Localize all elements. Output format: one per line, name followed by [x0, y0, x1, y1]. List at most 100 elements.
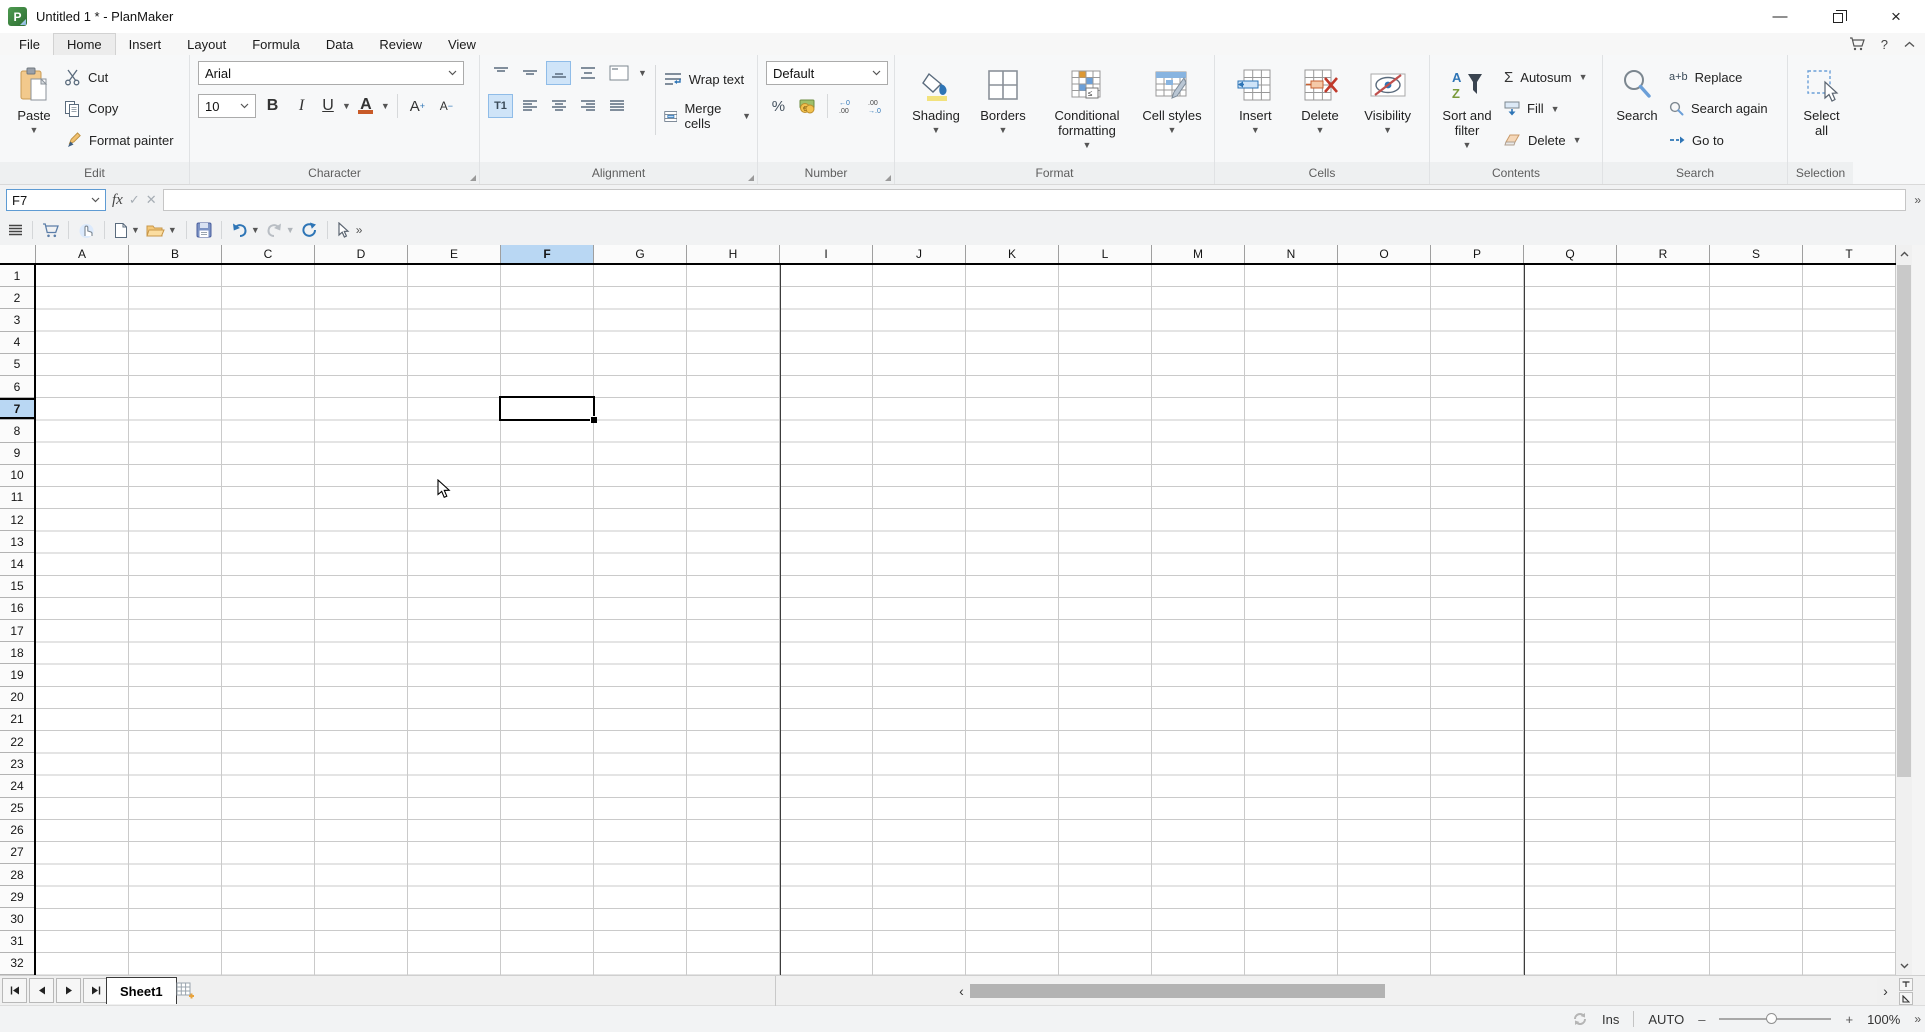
row-header-28[interactable]: 28 — [0, 864, 34, 886]
recalculate-icon[interactable] — [301, 222, 318, 238]
column-header-F[interactable]: F — [501, 245, 594, 263]
fill-handle[interactable] — [590, 416, 597, 423]
go-to-button[interactable]: Go to — [1669, 128, 1781, 152]
column-header-S[interactable]: S — [1710, 245, 1803, 263]
zoom-out-button[interactable]: – — [1698, 1012, 1705, 1027]
row-header-20[interactable]: 20 — [0, 687, 34, 709]
menu-tab-data[interactable]: Data — [313, 33, 366, 55]
scroll-down-button[interactable] — [1896, 957, 1912, 975]
vertical-scrollbar[interactable] — [1896, 245, 1912, 975]
font-color-button[interactable]: A — [355, 94, 377, 118]
currency-format-button[interactable]: € — [795, 94, 820, 118]
cell-name-box[interactable]: F7 — [6, 189, 106, 211]
align-left-button[interactable] — [517, 94, 542, 118]
menu-tab-home[interactable]: Home — [53, 33, 116, 55]
sheet-grid[interactable] — [36, 265, 1896, 975]
column-header-R[interactable]: R — [1617, 245, 1710, 263]
zoom-slider-knob[interactable] — [1766, 1013, 1777, 1024]
align-middle-button[interactable] — [517, 61, 542, 85]
justify-button[interactable] — [604, 94, 629, 118]
row-header-8[interactable]: 8 — [0, 420, 34, 442]
align-bottom-button[interactable] — [546, 61, 571, 85]
row-header-6[interactable]: 6 — [0, 376, 34, 398]
align-center-button[interactable] — [546, 94, 571, 118]
row-header-17[interactable]: 17 — [0, 620, 34, 642]
fill-button[interactable]: Fill ▼ — [1504, 97, 1596, 121]
save-icon[interactable] — [196, 222, 212, 238]
conditional-formatting-button[interactable]: ≤ Conditional formatting ▼ — [1039, 61, 1135, 162]
redo-caret-icon[interactable]: ▼ — [286, 225, 295, 235]
row-header-4[interactable]: 4 — [0, 332, 34, 354]
row-header-15[interactable]: 15 — [0, 576, 34, 598]
row-header-1[interactable]: 1 — [0, 265, 34, 287]
help-icon[interactable]: ? — [1881, 37, 1888, 52]
row-header-16[interactable]: 16 — [0, 598, 34, 620]
delete-cells-button[interactable]: Delete ▼ — [1292, 61, 1348, 162]
undo-button[interactable]: ▼ — [231, 222, 260, 238]
font-name-select[interactable]: Arial — [198, 61, 464, 85]
column-header-N[interactable]: N — [1245, 245, 1338, 263]
close-button[interactable]: × — [1867, 0, 1925, 33]
visibility-button[interactable]: Visibility ▼ — [1357, 61, 1419, 162]
shop-cart-icon[interactable] — [1849, 37, 1865, 51]
row-header-14[interactable]: 14 — [0, 553, 34, 575]
toolbar-overflow-icon[interactable]: » — [356, 223, 361, 237]
scroll-left-button[interactable]: ‹ — [953, 978, 970, 1004]
row-header-23[interactable]: 23 — [0, 753, 34, 775]
row-header-27[interactable]: 27 — [0, 842, 34, 864]
menu-tab-view[interactable]: View — [435, 33, 489, 55]
split-window-handle[interactable] — [1899, 978, 1913, 991]
paste-button[interactable]: Paste ▼ — [8, 61, 60, 162]
row-header-3[interactable]: 3 — [0, 309, 34, 331]
vertical-scroll-thumb[interactable] — [1897, 265, 1911, 777]
row-header-22[interactable]: 22 — [0, 731, 34, 753]
merge-cells-caret-icon[interactable]: ▼ — [742, 111, 751, 121]
row-header-21[interactable]: 21 — [0, 709, 34, 731]
last-sheet-button[interactable] — [83, 978, 108, 1003]
previous-sheet-button[interactable] — [29, 978, 54, 1003]
open-document-caret-icon[interactable]: ▼ — [168, 225, 177, 235]
row-header-31[interactable]: 31 — [0, 931, 34, 953]
row-header-19[interactable]: 19 — [0, 664, 34, 686]
new-document-button[interactable]: ▼ — [114, 222, 140, 239]
fill-caret-icon[interactable]: ▼ — [1551, 104, 1560, 114]
row-header-25[interactable]: 25 — [0, 798, 34, 820]
number-format-select[interactable]: Default — [766, 61, 888, 85]
search-button[interactable]: Search — [1611, 61, 1663, 162]
replace-button[interactable]: a+b Replace — [1669, 65, 1781, 89]
row-header-12[interactable]: 12 — [0, 509, 34, 531]
italic-button[interactable]: I — [289, 94, 314, 118]
row-header-30[interactable]: 30 — [0, 908, 34, 930]
new-document-caret-icon[interactable]: ▼ — [131, 225, 140, 235]
column-header-A[interactable]: A — [36, 245, 129, 263]
font-size-select[interactable]: 10 — [198, 94, 256, 118]
row-header-10[interactable]: 10 — [0, 465, 34, 487]
number-dialog-launcher[interactable] — [885, 175, 891, 181]
column-header-E[interactable]: E — [408, 245, 501, 263]
formula-bar-overflow-icon[interactable]: » — [1914, 193, 1919, 207]
insert-function-button[interactable]: fx — [112, 192, 123, 209]
zoom-slider[interactable] — [1719, 1018, 1831, 1020]
delete-contents-button[interactable]: Delete ▼ — [1504, 128, 1596, 152]
cell-frame-caret-icon[interactable]: ▼ — [638, 68, 647, 78]
horizontal-scroll-thumb[interactable] — [970, 984, 1385, 998]
collapse-ribbon-icon[interactable] — [1904, 41, 1915, 48]
touch-mode-icon[interactable] — [78, 222, 95, 239]
select-all-button[interactable]: Select all — [1796, 61, 1847, 162]
open-document-button[interactable]: ▼ — [146, 223, 177, 238]
minimize-button[interactable]: — — [1751, 0, 1809, 33]
next-sheet-button[interactable] — [56, 978, 81, 1003]
row-header-7[interactable]: 7 — [0, 398, 34, 420]
row-header-18[interactable]: 18 — [0, 642, 34, 664]
column-header-I[interactable]: I — [780, 245, 873, 263]
pane-select-handle[interactable] — [1899, 992, 1913, 1005]
cut-button[interactable]: Cut — [64, 65, 183, 89]
grow-font-button[interactable]: A+ — [405, 94, 430, 118]
column-header-H[interactable]: H — [687, 245, 780, 263]
cell-frame-button[interactable] — [604, 61, 634, 85]
add-decimal-button[interactable]: ←0.00 — [834, 94, 859, 118]
menu-tab-formula[interactable]: Formula — [239, 33, 313, 55]
scroll-right-button[interactable]: › — [1877, 978, 1894, 1004]
add-sheet-button[interactable] — [172, 979, 198, 1003]
formula-input[interactable] — [163, 189, 1907, 211]
